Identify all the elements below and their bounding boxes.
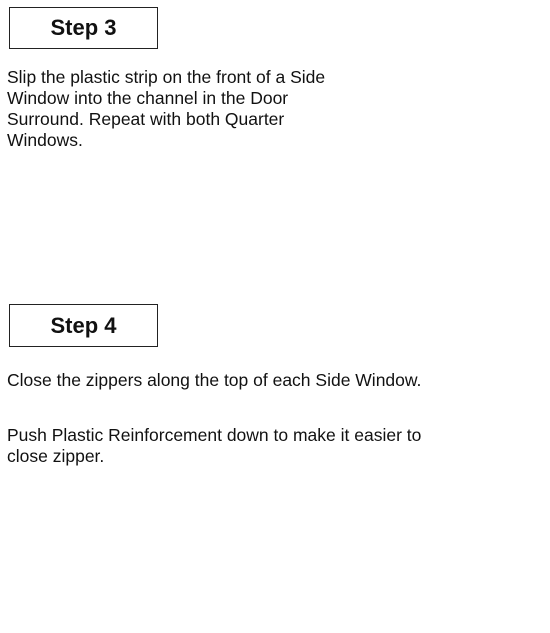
step-4-instructions-reinforcement: Push Plastic Reinforcement down to make … bbox=[7, 425, 422, 466]
step-4-heading: Step 4 bbox=[9, 304, 158, 347]
step-3-instructions: Slip the plastic strip on the front of a… bbox=[7, 67, 326, 150]
step-3-heading: Step 3 bbox=[9, 7, 158, 49]
step-4-title: Step 4 bbox=[50, 312, 117, 338]
step-4-instructions-zippers: Close the zippers along the top of each … bbox=[7, 370, 422, 390]
step-3-title: Step 3 bbox=[50, 15, 117, 40]
